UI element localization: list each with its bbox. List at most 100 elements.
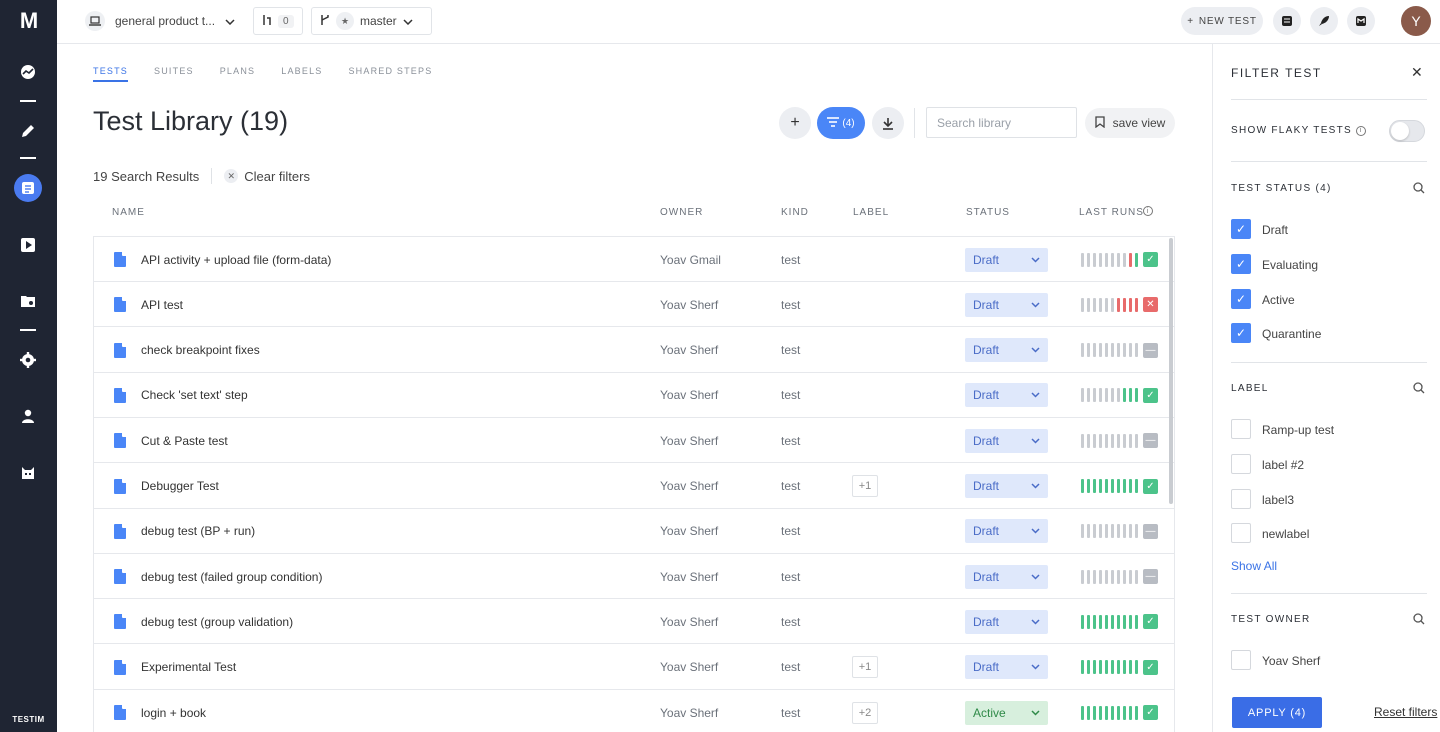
run-bar[interactable] (1129, 569, 1132, 584)
label-badge[interactable]: +2 (852, 701, 878, 724)
run-bar[interactable] (1135, 388, 1138, 403)
run-bar[interactable] (1087, 343, 1090, 358)
test-name[interactable]: Debugger Test (141, 464, 219, 509)
run-bar[interactable] (1099, 433, 1102, 448)
test-library-icon[interactable] (14, 174, 42, 202)
run-bar[interactable] (1087, 433, 1090, 448)
run-bar[interactable] (1135, 343, 1138, 358)
run-bar[interactable] (1099, 297, 1102, 312)
run-bar[interactable] (1093, 614, 1096, 629)
show-all-link[interactable]: Show All (1231, 559, 1277, 573)
label-badge[interactable]: +1 (852, 475, 878, 497)
run-bar[interactable] (1081, 614, 1084, 629)
run-bar[interactable] (1105, 524, 1108, 539)
run-bar[interactable] (1117, 524, 1120, 539)
status-filter-checkbox[interactable]: ✓ (1231, 253, 1251, 274)
status-dropdown[interactable]: Draft (965, 474, 1048, 498)
table-row[interactable]: API activity + upload file (form-data) Y… (94, 237, 1174, 282)
play-icon[interactable] (14, 231, 42, 259)
info-icon[interactable]: i (1143, 206, 1153, 216)
run-bar[interactable] (1087, 479, 1090, 493)
run-bar[interactable] (1093, 252, 1096, 267)
column-last-runs[interactable]: LAST RUNS (1079, 207, 1144, 218)
run-bar[interactable] (1117, 297, 1120, 312)
run-bar[interactable] (1105, 433, 1108, 448)
run-result-icon[interactable]: ✓ (1143, 478, 1158, 494)
run-bar[interactable] (1135, 252, 1138, 267)
run-result-icon[interactable]: ✕ (1143, 297, 1158, 313)
run-bar[interactable] (1093, 705, 1096, 720)
label-badge[interactable]: +1 (852, 656, 878, 679)
run-bar[interactable] (1081, 343, 1084, 358)
run-bar[interactable] (1123, 297, 1126, 312)
run-bar[interactable] (1111, 433, 1114, 448)
run-bar[interactable] (1135, 479, 1138, 493)
table-row[interactable]: check breakpoint fixes Yoav Sherf test D… (94, 328, 1174, 373)
run-bar[interactable] (1129, 297, 1132, 312)
close-icon[interactable]: ✕ (1411, 64, 1423, 81)
test-name[interactable]: Check 'set text' step (141, 373, 248, 418)
run-bar[interactable] (1111, 614, 1114, 629)
owner-filter-checkbox[interactable] (1231, 650, 1251, 670)
test-name[interactable]: debug test (BP + run) (141, 509, 255, 554)
status-dropdown[interactable]: Draft (965, 383, 1048, 408)
run-bar[interactable] (1129, 614, 1132, 629)
run-bar[interactable] (1129, 660, 1132, 675)
run-bar[interactable] (1111, 705, 1114, 720)
branch-selector[interactable]: ★ master (311, 7, 432, 35)
run-bar[interactable] (1123, 705, 1126, 720)
chat-icon[interactable] (1347, 7, 1375, 35)
label-filter-checkbox[interactable] (1231, 488, 1251, 509)
run-bar[interactable] (1081, 524, 1084, 539)
status-filter-checkbox[interactable]: ✓ (1231, 288, 1251, 309)
save-view-button[interactable]: save view (1085, 108, 1175, 138)
run-bar[interactable] (1123, 614, 1126, 629)
run-bar[interactable] (1099, 524, 1102, 539)
run-bar[interactable] (1123, 660, 1126, 675)
run-bar[interactable] (1081, 388, 1084, 403)
app-logo[interactable]: M (14, 8, 44, 34)
filter-button[interactable]: (4) (817, 107, 865, 139)
run-bar[interactable] (1087, 297, 1090, 312)
run-bar[interactable] (1117, 479, 1120, 493)
label-filter-checkbox[interactable] (1231, 419, 1251, 439)
run-bar[interactable] (1105, 343, 1108, 358)
test-name[interactable]: debug test (group validation) (141, 599, 293, 644)
run-result-icon[interactable]: ✓ (1143, 705, 1158, 720)
table-scrollbar[interactable] (1169, 238, 1173, 504)
run-result-icon[interactable]: — (1143, 342, 1158, 358)
project-selector[interactable]: general product t... (85, 8, 235, 34)
run-bar[interactable] (1093, 524, 1096, 539)
run-bar[interactable] (1105, 705, 1108, 720)
run-bar[interactable] (1123, 252, 1126, 267)
test-name[interactable]: API test (141, 282, 183, 327)
run-bar[interactable] (1081, 433, 1084, 448)
run-result-icon[interactable]: — (1143, 433, 1158, 449)
run-bar[interactable] (1093, 479, 1096, 493)
run-bar[interactable] (1105, 479, 1108, 493)
status-dropdown[interactable]: Draft (965, 247, 1048, 272)
run-bar[interactable] (1123, 479, 1126, 493)
status-filter-checkbox[interactable]: ✓ (1231, 219, 1251, 239)
column-label[interactable]: LABEL (853, 207, 889, 218)
run-bar[interactable] (1093, 388, 1096, 403)
integrations-icon[interactable] (14, 459, 42, 487)
tab-tests[interactable]: TESTS (93, 66, 129, 82)
run-bar[interactable] (1099, 388, 1102, 403)
run-result-icon[interactable]: ✓ (1143, 252, 1158, 267)
run-bar[interactable] (1087, 660, 1090, 675)
table-row[interactable]: API test Yoav Sherf test Draft ✕ (94, 282, 1174, 328)
run-bar[interactable] (1135, 614, 1138, 629)
tab-shared-steps[interactable]: SHARED STEPS (348, 66, 432, 82)
run-bar[interactable] (1081, 479, 1084, 493)
new-test-button[interactable]: + NEW TEST (1181, 7, 1263, 35)
status-dropdown[interactable]: Draft (965, 655, 1048, 680)
run-result-icon[interactable]: ✓ (1143, 387, 1158, 403)
run-bar[interactable] (1123, 433, 1126, 448)
tab-plans[interactable]: PLANS (220, 66, 256, 82)
status-filter-checkbox[interactable]: ✓ (1231, 323, 1251, 344)
table-row[interactable]: debug test (BP + run) Yoav Sherf test Dr… (94, 509, 1174, 554)
flaky-tests-toggle[interactable] (1389, 120, 1425, 142)
run-bar[interactable] (1093, 660, 1096, 675)
run-bar[interactable] (1123, 524, 1126, 539)
